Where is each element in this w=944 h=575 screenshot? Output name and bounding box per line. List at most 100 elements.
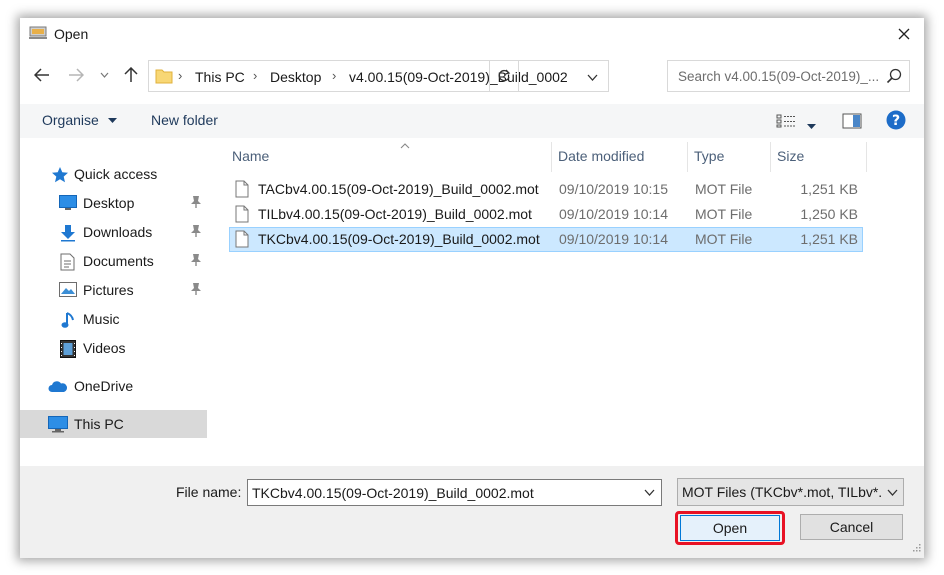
computer-icon xyxy=(48,416,68,436)
breadcrumb-separator-icon: › xyxy=(253,68,258,83)
file-row-selected[interactable]: TKCbv4.00.15(09-Oct-2019)_Build_0002.mot… xyxy=(229,227,863,252)
nav-item-label: Pictures xyxy=(83,282,134,298)
file-icon xyxy=(235,180,249,201)
star-icon xyxy=(51,166,69,187)
file-size: 1,251 KB xyxy=(800,231,858,247)
filter-dropdown-button[interactable] xyxy=(881,479,903,505)
recent-locations-button[interactable] xyxy=(96,62,112,88)
chevron-down-icon xyxy=(100,72,108,78)
nav-onedrive[interactable]: OneDrive xyxy=(20,372,207,400)
resize-grip-icon[interactable] xyxy=(911,539,921,555)
downloads-icon xyxy=(60,224,76,245)
arrow-right-icon xyxy=(69,68,84,82)
forward-button[interactable] xyxy=(64,62,88,88)
pin-icon xyxy=(190,253,202,270)
help-icon: ? xyxy=(886,110,906,130)
up-button[interactable] xyxy=(120,62,142,88)
onedrive-cloud-icon xyxy=(48,380,68,396)
file-name: TILbv4.00.15(09-Oct-2019)_Build_0002.mot xyxy=(258,206,532,222)
file-size: 1,250 KB xyxy=(800,206,858,222)
chevron-down-icon xyxy=(587,74,597,81)
nav-quick-access[interactable]: Quick access xyxy=(20,160,207,188)
svg-text:?: ? xyxy=(892,113,900,129)
nav-item-music[interactable]: Music xyxy=(20,305,207,333)
column-header-type[interactable]: Type xyxy=(688,142,771,172)
search-box[interactable]: Search v4.00.15(09-Oct-2019)_... xyxy=(667,60,910,92)
file-date-modified: 09/10/2019 10:15 xyxy=(559,181,668,197)
refresh-button[interactable] xyxy=(489,60,519,92)
address-dropdown-button[interactable] xyxy=(581,66,603,88)
file-name: TACbv4.00.15(09-Oct-2019)_Build_0002.mot xyxy=(258,181,539,197)
nav-item-documents[interactable]: Documents xyxy=(20,247,207,275)
dialog-app-icon xyxy=(29,26,47,40)
chevron-down-icon xyxy=(887,489,897,496)
file-row[interactable]: TILbv4.00.15(09-Oct-2019)_Build_0002.mot… xyxy=(229,202,863,227)
file-name-label: File name: xyxy=(176,484,242,500)
caret-down-icon xyxy=(107,118,117,124)
file-date-modified: 09/10/2019 10:14 xyxy=(559,206,668,222)
cancel-button[interactable]: Cancel xyxy=(800,514,903,540)
pin-icon xyxy=(190,195,202,212)
nav-this-pc[interactable]: This PC xyxy=(20,410,207,438)
file-type: MOT File xyxy=(695,181,753,197)
nav-item-label: Desktop xyxy=(83,195,135,211)
nav-item-videos[interactable]: Videos xyxy=(20,334,207,362)
preview-pane-icon xyxy=(842,113,862,129)
nav-quick-access-label: Quick access xyxy=(74,166,158,182)
file-name: TKCbv4.00.15(09-Oct-2019)_Build_0002.mot xyxy=(258,231,540,247)
nav-item-label: Videos xyxy=(83,340,126,356)
file-name-value: TKCbv4.00.15(09-Oct-2019)_Build_0002.mot xyxy=(252,485,534,501)
column-header-date-modified[interactable]: Date modified xyxy=(552,142,688,172)
nav-item-desktop[interactable]: Desktop xyxy=(20,189,207,217)
organise-button[interactable]: Organise xyxy=(42,112,117,128)
chevron-down-icon xyxy=(644,489,654,496)
open-button-highlight xyxy=(675,511,785,545)
navigation-bar: › This PC › Desktop › v4.00.15(09-Oct-20… xyxy=(20,58,924,94)
change-view-button[interactable] xyxy=(776,114,796,131)
close-button[interactable] xyxy=(884,18,924,50)
arrow-left-icon xyxy=(34,68,49,82)
nav-this-pc-label: This PC xyxy=(74,416,124,432)
file-row[interactable]: TACbv4.00.15(09-Oct-2019)_Build_0002.mot… xyxy=(229,177,863,202)
new-folder-button[interactable]: New folder xyxy=(151,112,218,128)
file-type: MOT File xyxy=(695,231,753,247)
file-size: 1,251 KB xyxy=(800,181,858,197)
pin-icon xyxy=(190,282,202,299)
preview-pane-button[interactable] xyxy=(842,113,862,132)
pin-icon xyxy=(190,224,202,241)
nav-item-label: Downloads xyxy=(83,224,153,240)
desktop-icon xyxy=(59,195,77,214)
breadcrumb-separator-icon: › xyxy=(332,68,337,83)
file-name-input[interactable]: TKCbv4.00.15(09-Oct-2019)_Build_0002.mot xyxy=(247,479,662,506)
breadcrumb-desktop[interactable]: Desktop xyxy=(270,69,321,85)
nav-item-label: Documents xyxy=(83,253,154,269)
open-dialog: Open › This PC › Desktop › v4.00.15(09-O xyxy=(20,18,924,558)
documents-icon xyxy=(60,253,75,274)
nav-item-pictures[interactable]: Pictures xyxy=(20,276,207,304)
file-type: MOT File xyxy=(695,206,753,222)
videos-icon xyxy=(60,340,76,361)
file-icon xyxy=(235,205,249,226)
view-dropdown-button[interactable] xyxy=(807,117,816,133)
address-bar[interactable]: › This PC › Desktop › v4.00.15(09-Oct-20… xyxy=(148,60,609,92)
search-icon[interactable] xyxy=(886,68,902,87)
folder-icon xyxy=(155,67,173,88)
breadcrumb-this-pc[interactable]: This PC xyxy=(195,69,245,85)
file-name-dropdown-button[interactable] xyxy=(639,482,659,503)
breadcrumb-build-folder[interactable]: v4.00.15(09-Oct-2019)_Build_0002 xyxy=(349,69,568,85)
file-type-filter-select[interactable]: MOT Files (TKCbv*.mot, TILbv*. xyxy=(677,478,904,506)
arrow-up-icon xyxy=(124,67,138,82)
command-toolbar: Organise New folder ? xyxy=(20,104,924,138)
help-button[interactable]: ? xyxy=(886,110,906,133)
dialog-title: Open xyxy=(54,26,89,42)
title-bar: Open xyxy=(20,18,924,50)
nav-onedrive-label: OneDrive xyxy=(74,378,134,394)
back-button[interactable] xyxy=(30,62,54,88)
navigation-pane: Quick access Desktop Downloads Documents… xyxy=(20,140,210,466)
column-header-name[interactable]: Name xyxy=(226,142,552,172)
file-date-modified: 09/10/2019 10:14 xyxy=(559,231,668,247)
caret-down-icon xyxy=(807,124,816,129)
nav-item-downloads[interactable]: Downloads xyxy=(20,218,207,246)
search-placeholder: Search v4.00.15(09-Oct-2019)_... xyxy=(678,69,880,84)
column-header-size[interactable]: Size xyxy=(771,142,867,172)
